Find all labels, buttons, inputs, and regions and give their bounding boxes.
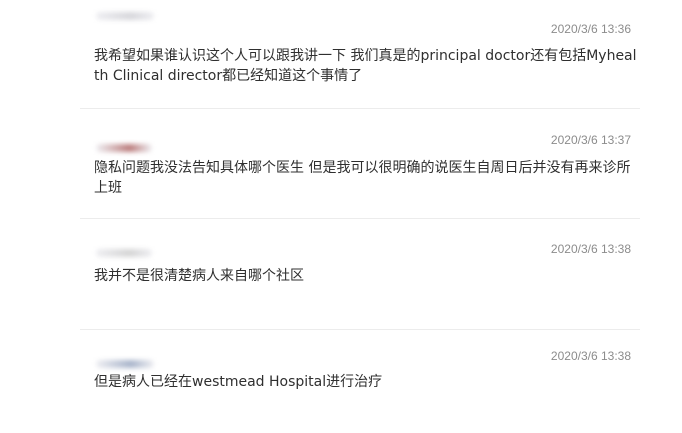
comment-timestamp: 2020/3/6 13:38 (550, 349, 631, 363)
divider (80, 108, 640, 109)
comment-text: 我希望如果谁认识这个人可以跟我讲一下 我们真是的principal doctor… (94, 48, 637, 84)
comment-timestamp: 2020/3/6 13:37 (550, 133, 631, 147)
comment-text: 隐私问题我没法告知具体哪个医生 但是我可以很明确的说医生自周日后并没有再来诊所上… (94, 160, 631, 196)
comment-text: 但是病人已经在westmead Hospital进行治疗 (94, 374, 383, 390)
comment-timestamp: 2020/3/6 13:36 (550, 22, 631, 36)
username-redacted (96, 360, 154, 368)
username-redacted (96, 12, 154, 20)
comment-list: 2020/3/6 13:36 我希望如果谁认识这个人可以跟我讲一下 我们真是的p… (0, 0, 682, 433)
comment-item: 2020/3/6 13:36 我希望如果谁认识这个人可以跟我讲一下 我们真是的p… (0, 0, 682, 110)
comment-item: 2020/3/6 13:37 隐私问题我没法告知具体哪个医生 但是我可以很明确的… (0, 110, 682, 218)
divider (80, 218, 640, 219)
comment-timestamp: 2020/3/6 13:38 (550, 242, 631, 256)
username-redacted (96, 249, 152, 257)
comment-item: 2020/3/6 13:38 我并不是很清楚病人来自哪个社区 (0, 220, 682, 328)
comment-text: 我并不是很清楚病人来自哪个社区 (94, 268, 304, 284)
username-redacted (96, 144, 152, 152)
comment-item: 2020/3/6 13:38 但是病人已经在westmead Hospital进… (0, 330, 682, 433)
